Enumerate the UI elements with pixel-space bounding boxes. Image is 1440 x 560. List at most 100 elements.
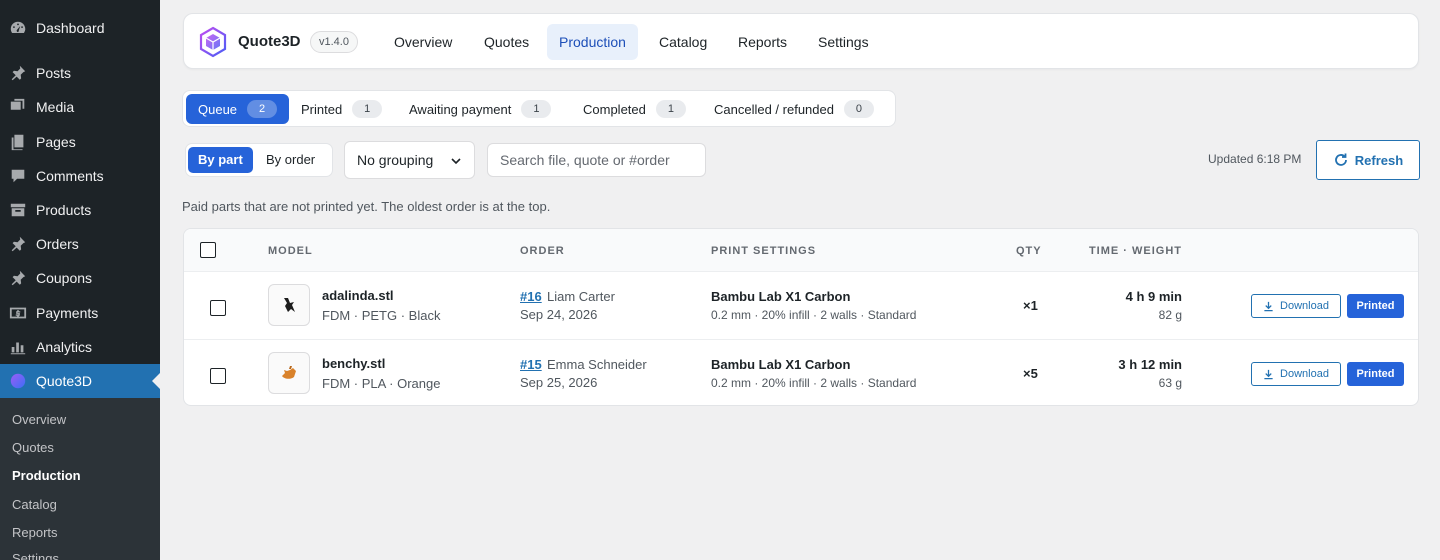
quantity: ×1 bbox=[1023, 298, 1038, 313]
model-thumbnail bbox=[268, 352, 310, 394]
tab-catalog[interactable]: Catalog bbox=[647, 24, 719, 60]
row-checkbox[interactable] bbox=[210, 368, 226, 384]
mark-printed-button[interactable]: Printed bbox=[1347, 294, 1404, 318]
media-icon bbox=[8, 97, 28, 117]
submenu-reports[interactable]: Reports bbox=[12, 525, 58, 540]
column-header-model: MODEL bbox=[268, 245, 313, 257]
view-by-order-button[interactable]: By order bbox=[256, 147, 325, 173]
submenu-production[interactable]: Production bbox=[12, 468, 81, 483]
order-customer: Liam Carter bbox=[547, 289, 615, 304]
status-tab-printed[interactable]: Printed 1 bbox=[289, 94, 394, 124]
tab-quotes[interactable]: Quotes bbox=[472, 24, 541, 60]
comment-icon bbox=[8, 166, 28, 186]
submenu-overview[interactable]: Overview bbox=[12, 412, 66, 427]
view-by-part-button[interactable]: By part bbox=[188, 147, 253, 173]
status-tab-queue[interactable]: Queue 2 bbox=[186, 94, 290, 124]
model-thumbnail bbox=[268, 284, 310, 326]
model-filename: adalinda.stl bbox=[322, 288, 394, 303]
download-icon bbox=[1264, 301, 1273, 311]
order-link[interactable]: #15 bbox=[520, 357, 542, 372]
sidebar-item-pages[interactable]: Pages bbox=[0, 125, 160, 159]
sidebar-item-comments[interactable]: Comments bbox=[0, 159, 160, 193]
sidebar-item-label: Pages bbox=[36, 134, 76, 150]
table-header: MODEL ORDER PRINT SETTINGS QTY TIME · WE… bbox=[184, 229, 1418, 272]
tab-settings[interactable]: Settings bbox=[806, 24, 881, 60]
dollar-icon bbox=[8, 303, 28, 323]
quote3d-submenu: Overview Quotes Production Catalog Repor… bbox=[0, 398, 160, 560]
pin-icon bbox=[8, 268, 28, 288]
order-link[interactable]: #16 bbox=[520, 289, 542, 304]
quote3d-logo-icon bbox=[199, 26, 227, 58]
sidebar-item-label: Payments bbox=[36, 305, 99, 321]
archive-icon bbox=[8, 200, 28, 220]
submenu-catalog[interactable]: Catalog bbox=[12, 497, 57, 512]
order-customer: Emma Schneider bbox=[547, 357, 647, 372]
sidebar-item-analytics[interactable]: Analytics bbox=[0, 330, 160, 364]
sidebar-item-products[interactable]: Products bbox=[0, 193, 160, 227]
sidebar-item-posts[interactable]: Posts bbox=[0, 56, 160, 90]
submenu-quotes[interactable]: Quotes bbox=[12, 440, 54, 455]
sidebar-item-coupons[interactable]: Coupons bbox=[0, 261, 160, 295]
view-toggle: By part By order bbox=[185, 143, 333, 177]
tab-overview[interactable]: Overview bbox=[382, 24, 464, 60]
admin-sidebar: Dashboard Posts Media Pages Comments Pro… bbox=[0, 0, 160, 560]
status-tab-count: 2 bbox=[247, 100, 278, 118]
column-header-qty: QTY bbox=[1016, 245, 1042, 257]
sidebar-item-label: Orders bbox=[36, 236, 79, 252]
status-tab-awaiting-payment[interactable]: Awaiting payment 1 bbox=[397, 94, 563, 124]
model-preview-image bbox=[284, 298, 295, 312]
tab-reports[interactable]: Reports bbox=[726, 24, 799, 60]
grouping-select[interactable]: No grouping bbox=[344, 141, 475, 179]
brand-name: Quote3D bbox=[238, 33, 301, 50]
sidebar-item-label: Coupons bbox=[36, 270, 93, 286]
print-time: 3 h 12 min bbox=[1118, 357, 1182, 372]
search-input[interactable] bbox=[487, 143, 706, 177]
status-tab-count: 1 bbox=[352, 100, 383, 118]
sidebar-item-label: Media bbox=[36, 99, 75, 115]
quote3d-icon bbox=[8, 371, 28, 391]
sidebar-item-label: Posts bbox=[36, 65, 72, 81]
dashboard-icon bbox=[8, 18, 28, 38]
version-badge: v1.4.0 bbox=[310, 31, 358, 53]
status-tab-count: 1 bbox=[655, 100, 686, 118]
status-tab-completed[interactable]: Completed 1 bbox=[571, 94, 698, 124]
sidebar-item-media[interactable]: Media bbox=[0, 90, 160, 124]
sidebar-item-label: Dashboard bbox=[36, 20, 105, 36]
status-tab-label: Cancelled / refunded bbox=[714, 101, 834, 117]
sidebar-item-orders[interactable]: Orders bbox=[0, 227, 160, 261]
tab-production[interactable]: Production bbox=[547, 24, 638, 60]
refresh-icon bbox=[1334, 153, 1347, 166]
status-tab-label: Printed bbox=[301, 101, 343, 117]
download-icon bbox=[1264, 369, 1273, 379]
order-date: Sep 25, 2026 bbox=[520, 375, 598, 390]
sidebar-item-dashboard[interactable]: Dashboard bbox=[0, 11, 160, 45]
sidebar-item-label: Analytics bbox=[36, 339, 93, 355]
model-filename: benchy.stl bbox=[322, 356, 386, 371]
bar-chart-icon bbox=[8, 337, 28, 357]
download-button[interactable]: Download bbox=[1251, 362, 1341, 386]
printer-name: Bambu Lab X1 Carbon bbox=[711, 289, 851, 304]
table-row: adalinda.stl FDM · PETG · Black #16 Liam… bbox=[184, 272, 1418, 339]
status-tab-count: 0 bbox=[843, 100, 874, 118]
sidebar-item-label: Products bbox=[36, 202, 92, 218]
order-date: Sep 24, 2026 bbox=[520, 307, 598, 322]
submenu-settings[interactable]: Settings bbox=[12, 551, 59, 560]
mark-printed-button[interactable]: Printed bbox=[1347, 362, 1404, 386]
sidebar-item-quote3d[interactable]: Quote3D bbox=[0, 364, 160, 398]
column-header-time-weight: TIME · WEIGHT bbox=[1088, 245, 1182, 257]
print-weight: 63 g bbox=[1158, 376, 1182, 390]
status-tab-label: Queue bbox=[198, 101, 238, 117]
pin-icon bbox=[8, 63, 28, 83]
status-tab-cancelled-refunded[interactable]: Cancelled / refunded 0 bbox=[702, 94, 886, 124]
download-button[interactable]: Download bbox=[1251, 294, 1341, 318]
row-checkbox[interactable] bbox=[210, 300, 226, 316]
select-all-checkbox[interactable] bbox=[200, 242, 216, 258]
production-table: MODEL ORDER PRINT SETTINGS QTY TIME · WE… bbox=[183, 228, 1419, 406]
sidebar-item-label: Comments bbox=[36, 168, 104, 184]
sidebar-item-payments[interactable]: Payments bbox=[0, 296, 160, 330]
refresh-button[interactable]: Refresh bbox=[1316, 140, 1420, 180]
model-material: FDM · PLA · Orange bbox=[322, 376, 441, 391]
model-material: FDM · PETG · Black bbox=[322, 308, 441, 323]
print-settings: 0.2 mm · 20% infill · 2 walls · Standard bbox=[711, 308, 917, 322]
pin-icon bbox=[8, 234, 28, 254]
